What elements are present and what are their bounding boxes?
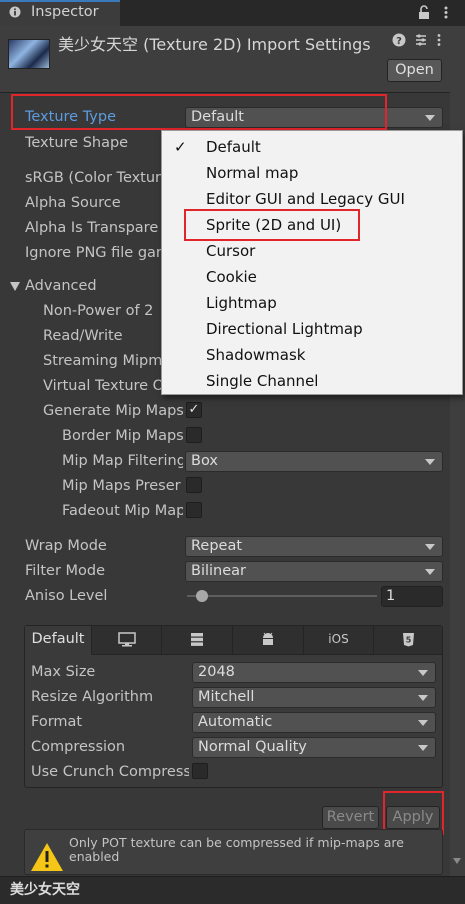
checkmark-icon: ✓ [174,138,187,156]
texture-thumbnail [8,39,50,69]
max-size-dropdown[interactable]: 2048 [192,662,436,683]
aniso-level-slider-track[interactable] [187,595,377,597]
menu-item-default[interactable]: Default [206,138,261,156]
chevron-down-icon [425,115,435,121]
svg-text:5: 5 [405,636,411,645]
presets-icon[interactable] [414,33,428,47]
menu-item-lightmap[interactable]: Lightmap [206,294,277,312]
foldout-arrow-icon[interactable] [10,282,20,291]
asset-title: 美少女天空 (Texture 2D) Import Settings [58,35,371,54]
read-write-label: Read/Write [43,328,123,344]
mip-maps-preserve-label: Mip Maps Preser [62,478,181,494]
open-button[interactable]: Open [387,59,442,82]
monitor-icon [117,632,136,647]
srgb-label: sRGB (Color Textur [25,170,162,186]
compression-value: Normal Quality [198,739,307,755]
revert-button[interactable]: Revert [322,806,379,829]
aniso-level-field[interactable]: 1 [381,586,443,607]
mip-map-filtering-value: Box [191,453,218,469]
border-mip-maps-label: Border Mip Maps [62,428,183,444]
chevron-down-icon [425,569,435,575]
menu-item-normal-map[interactable]: Normal map [206,164,298,182]
server-icon [191,633,203,646]
menu-item-editor-gui[interactable]: Editor GUI and Legacy GUI [206,190,405,208]
advanced-foldout-label[interactable]: Advanced [25,278,97,294]
filter-mode-value: Bilinear [191,563,246,579]
android-icon [263,632,273,645]
format-label: Format [31,714,83,730]
highlight-box-sprite [184,209,360,241]
wrap-mode-dropdown[interactable]: Repeat [185,536,443,557]
max-size-label: Max Size [31,664,96,680]
warning-text: Only POT texture can be compressed if mi… [69,835,404,864]
aniso-level-slider-handle[interactable] [196,590,208,602]
format-value: Automatic [198,714,273,730]
tab-platform-android[interactable] [233,626,304,654]
tab-platform-standalone[interactable] [92,626,162,654]
html5-icon: 5 [402,633,414,647]
lock-icon[interactable] [417,5,431,20]
help-icon[interactable]: ? [392,33,406,47]
highlight-box-texture-type [11,94,387,130]
footer-asset-name: 美少女天空 [10,882,80,898]
use-crunch-checkbox[interactable] [192,763,208,779]
info-icon [9,6,21,18]
tab-platform-default[interactable]: Default [25,626,92,655]
texture-type-popup-menu: ✓ Default Normal map Editor GUI and Lega… [161,130,463,395]
menu-item-cursor[interactable]: Cursor [206,242,255,260]
scroll-down-arrow-icon[interactable] [453,858,461,864]
compression-label: Compression [31,739,126,755]
filter-mode-dropdown[interactable]: Bilinear [185,561,443,582]
texture-shape-label: Texture Shape [25,135,129,151]
resize-algorithm-dropdown[interactable]: Mitchell [192,687,436,708]
fadeout-mip-maps-checkbox[interactable] [186,502,202,518]
tab-platform-webgl[interactable]: 5 [374,626,442,654]
menu-item-single-channel[interactable]: Single Channel [206,372,318,390]
format-dropdown[interactable]: Automatic [192,712,436,733]
mip-maps-preserve-checkbox[interactable] [186,477,202,493]
menu-item-directional-lightmap[interactable]: Directional Lightmap [206,320,363,338]
chevron-down-icon [418,670,428,676]
wrap-mode-value: Repeat [191,538,243,554]
tab-inspector-label: Inspector [31,4,99,20]
alpha-source-label: Alpha Source [25,195,121,211]
mip-map-filtering-label: Mip Map Filtering [62,453,183,469]
chevron-down-icon [425,544,435,550]
tab-platform-ios[interactable]: iOS [304,626,374,654]
svg-text:?: ? [396,36,402,47]
generate-mip-maps-checkbox[interactable]: ✓ [186,402,202,418]
compression-dropdown[interactable]: Normal Quality [192,737,436,758]
streaming-mipmaps-label: Streaming Mipm [43,353,161,369]
use-crunch-label: Use Crunch Compress [31,764,189,780]
menu-item-cookie[interactable]: Cookie [206,268,257,286]
mip-map-filtering-dropdown[interactable]: Box [185,451,443,472]
wrap-mode-label: Wrap Mode [25,538,107,554]
alpha-is-transparency-label: Alpha Is Transpare [25,220,159,236]
chevron-down-icon [418,695,428,701]
tab-platform-server[interactable] [162,626,233,654]
more-options-icon[interactable] [443,5,449,20]
chevron-down-icon [418,745,428,751]
non-power-of-2-label: Non-Power of 2 [43,303,154,319]
warning-icon [31,843,63,871]
chevron-down-icon [425,459,435,465]
chevron-down-icon [418,720,428,726]
generate-mip-maps-label: Generate Mip Maps [43,403,183,419]
header-menu-icon[interactable] [436,33,442,47]
resize-algorithm-value: Mitchell [198,689,255,705]
max-size-value: 2048 [198,664,235,680]
border-mip-maps-checkbox[interactable] [186,427,202,443]
virtual-texture-label: Virtual Texture O [43,378,161,394]
fadeout-mip-maps-label: Fadeout Mip Map [62,503,183,519]
filter-mode-label: Filter Mode [25,563,106,579]
ignore-png-gamma-label: Ignore PNG file gam [25,245,165,261]
menu-item-shadowmask[interactable]: Shadowmask [206,346,306,364]
aniso-level-label: Aniso Level [25,588,108,604]
resize-algorithm-label: Resize Algorithm [31,689,154,705]
